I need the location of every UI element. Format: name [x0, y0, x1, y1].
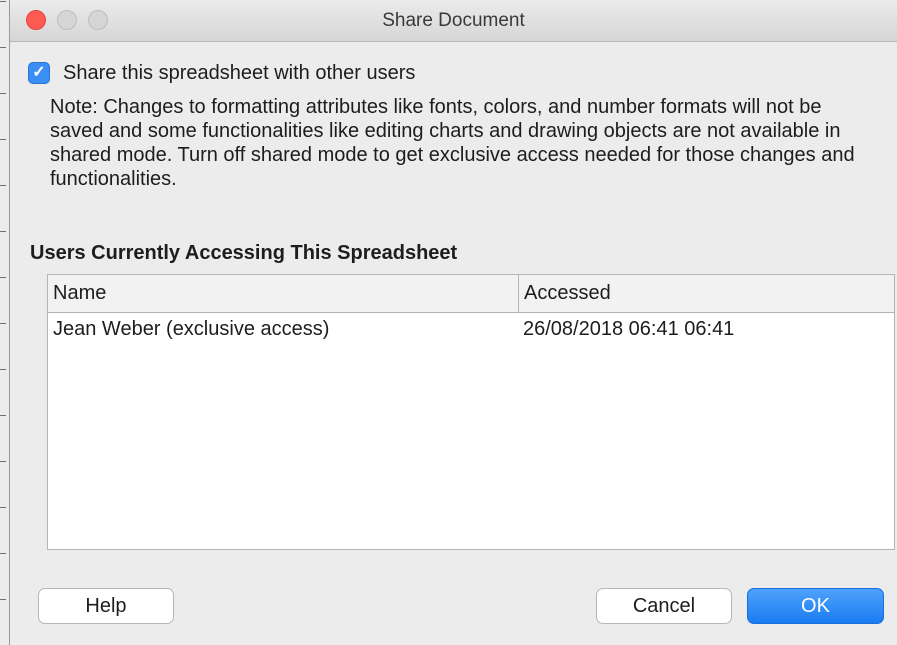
users-section-title: Users Currently Accessing This Spreadshe… — [30, 242, 458, 264]
share-option[interactable]: ✓ Share this spreadsheet with other user… — [28, 60, 415, 86]
users-table: Name Accessed Jean Weber (exclusive acce… — [47, 274, 895, 550]
user-name-cell: Jean Weber (exclusive access) — [53, 318, 330, 340]
user-accessed-cell: 26/08/2018 06:41 06:41 — [523, 318, 735, 340]
column-header-accessed[interactable]: Accessed — [518, 275, 894, 312]
window-title: Share Document — [382, 10, 525, 31]
share-document-dialog: Share Document ✓ Share this spreadsheet … — [0, 0, 897, 645]
background-ruler — [0, 0, 10, 645]
share-checkbox-label[interactable]: Share this spreadsheet with other users — [63, 62, 415, 85]
column-header-name[interactable]: Name — [53, 275, 515, 312]
checkmark-icon: ✓ — [32, 64, 46, 81]
share-checkbox[interactable]: ✓ — [28, 62, 50, 84]
table-row[interactable]: Jean Weber (exclusive access) 26/08/2018… — [48, 315, 894, 345]
shared-mode-note: Note: Changes to formatting attributes l… — [50, 96, 855, 190]
title-bar: Share Document — [10, 0, 897, 42]
users-table-header: Name Accessed — [48, 275, 894, 313]
help-button[interactable]: Help — [38, 588, 174, 624]
ok-button[interactable]: OK — [747, 588, 884, 624]
cancel-button[interactable]: Cancel — [596, 588, 732, 624]
